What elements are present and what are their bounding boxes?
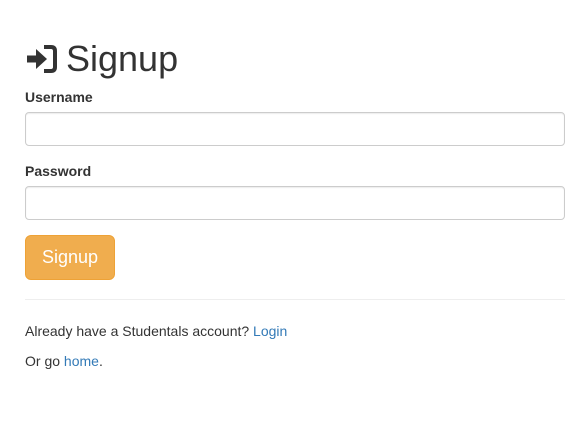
login-link[interactable]: Login [253, 323, 287, 339]
home-period: . [98, 353, 103, 369]
username-input[interactable] [25, 112, 565, 146]
page-title-text: Signup [66, 38, 179, 79]
home-prompt-text: Or go [25, 353, 61, 369]
password-label: Password [25, 163, 92, 179]
username-label: Username [25, 89, 93, 105]
account-prompt-text: Already have a Studentals account? [25, 323, 250, 339]
signup-button[interactable]: Signup [25, 235, 115, 280]
password-input[interactable] [25, 186, 565, 220]
home-prompt: Or go home. [25, 353, 103, 369]
home-link[interactable]: home [64, 353, 99, 369]
page-title: Signup [25, 36, 178, 82]
account-prompt: Already have a Studentals account? Login [25, 323, 287, 339]
sign-in-icon [25, 45, 57, 73]
divider [25, 299, 565, 300]
